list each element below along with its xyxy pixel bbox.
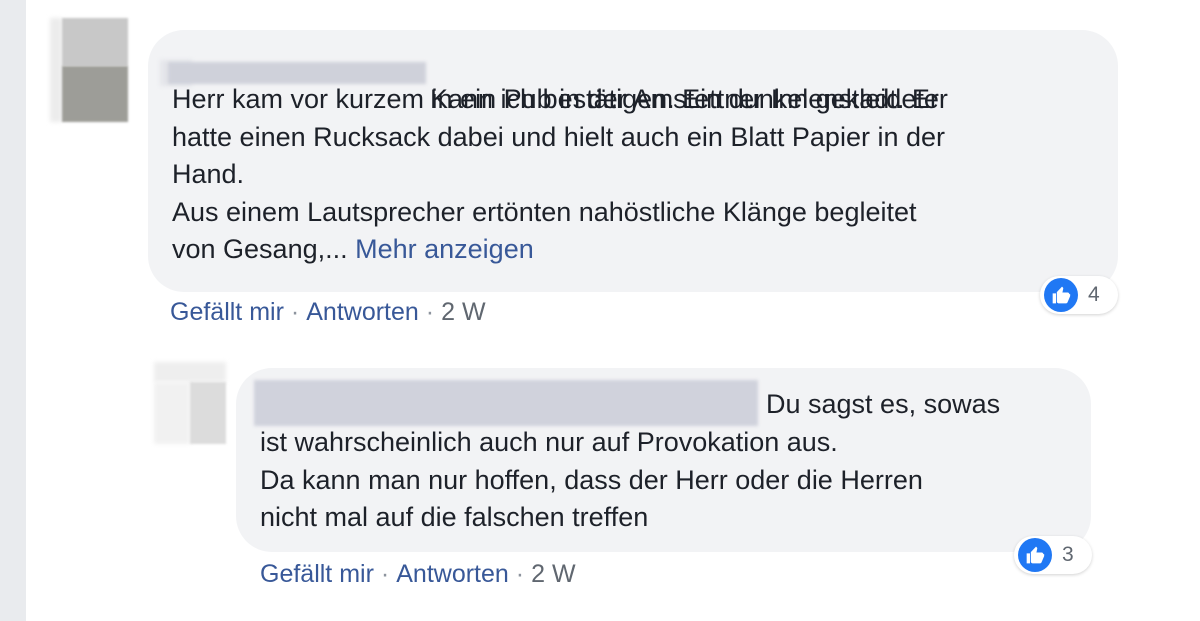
see-more-link[interactable]: Mehr anzeigen: [355, 234, 534, 264]
reaction-count: 4: [1088, 283, 1100, 306]
timestamp[interactable]: 2 W: [441, 298, 485, 326]
comment-actions: Gefällt mir · Antworten · 2 W: [170, 298, 486, 327]
like-button[interactable]: Gefällt mir: [260, 560, 374, 588]
reply-button[interactable]: Antworten: [306, 298, 419, 326]
reaction-badge[interactable]: 4: [1040, 276, 1118, 314]
separator: ·: [290, 298, 300, 326]
reply-bubble: Du sagst es, sowas ist wahrscheinlich au…: [236, 368, 1091, 552]
reaction-badge[interactable]: 3: [1014, 536, 1092, 574]
comment-bubble: Kann ich bestätigen. Ein dunkel gekleide…: [148, 30, 1118, 292]
separator: ·: [515, 560, 525, 588]
reply-text: ist wahrscheinlich auch nur auf Provokat…: [260, 427, 923, 532]
comment-body: Herr kam vor kurzem in ein Pub in der Am…: [172, 84, 945, 264]
comment-text: Herr kam vor kurzem in ein Pub in der Am…: [172, 81, 945, 269]
thumbs-up-icon: [1044, 278, 1078, 312]
avatar[interactable]: [154, 362, 226, 444]
avatar[interactable]: [50, 18, 128, 122]
author-name-redacted[interactable]: [254, 380, 758, 426]
left-rail: [0, 0, 26, 621]
like-button[interactable]: Gefällt mir: [170, 298, 284, 326]
reply-text-first-line: Du sagst es, sowas: [766, 389, 1001, 419]
timestamp[interactable]: 2 W: [531, 560, 575, 588]
reaction-count: 3: [1062, 543, 1074, 566]
reply-actions: Gefällt mir · Antworten · 2 W: [260, 560, 576, 589]
comment-thread: Kann ich bestätigen. Ein dunkel gekleide…: [0, 0, 1200, 621]
thumbs-up-icon: [1018, 538, 1052, 572]
separator: ·: [380, 560, 390, 588]
separator: ·: [425, 298, 435, 326]
reply-button[interactable]: Antworten: [396, 560, 509, 588]
